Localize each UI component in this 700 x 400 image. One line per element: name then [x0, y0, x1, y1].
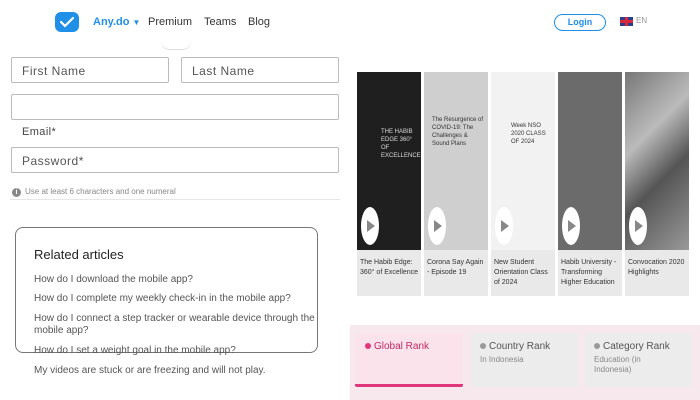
play-icon[interactable]: [361, 207, 379, 245]
related-articles-title: Related articles: [34, 247, 124, 262]
tab-category-rank[interactable]: Category Rank Education (in Indonesia): [585, 333, 692, 387]
thumbnail-text: THE HABIB EDGE 360° OF EXCELLENCE: [381, 129, 421, 159]
divider: [10, 199, 340, 200]
email-field[interactable]: [11, 94, 339, 120]
video-title[interactable]: The Habib Edge: 360° of Excellence: [360, 258, 420, 278]
language-label[interactable]: EN: [636, 16, 647, 25]
video-card[interactable]: Week NSO 2020 CLASS OF 2024 New Student …: [491, 72, 555, 296]
nav-link-blog[interactable]: Blog: [248, 16, 270, 28]
video-card[interactable]: Habib University - Transforming Higher E…: [558, 72, 622, 296]
video-carousel: THE HABIB EDGE 360° OF EXCELLENCE The Ha…: [357, 72, 690, 296]
thumbnail-text: The Resurgence of COVID-19: The Challeng…: [432, 117, 484, 147]
video-title[interactable]: Habib University - Transforming Higher E…: [561, 258, 621, 288]
avatar-outline: [160, 40, 192, 50]
chevron-down-icon: ▼: [132, 18, 141, 27]
article-link[interactable]: How do I complete my weekly check-in in …: [34, 293, 324, 305]
password-hint: i Use at least 6 characters and one numer…: [12, 187, 176, 197]
article-link[interactable]: How do I set a weight goal in the mobile…: [34, 345, 324, 357]
video-title[interactable]: Convocation 2020 Highlights: [628, 258, 688, 278]
play-icon[interactable]: [629, 207, 647, 245]
video-title[interactable]: New Student Orientation Class of 2024: [494, 258, 554, 288]
email-label: Email*: [22, 126, 57, 138]
info-icon: i: [12, 188, 21, 197]
video-card[interactable]: Convocation 2020 Highlights: [625, 72, 689, 296]
password-hint-text: Use at least 6 characters and one numera…: [25, 187, 176, 196]
tab-global-rank[interactable]: Global Rank: [355, 333, 463, 387]
tab-country-rank[interactable]: Country Rank In Indonesia: [471, 333, 578, 387]
play-icon[interactable]: [428, 207, 446, 245]
video-title[interactable]: Corona Say Again - Episode 19: [427, 258, 487, 278]
thumbnail-text: Week NSO 2020 CLASS OF 2024: [511, 123, 546, 145]
rank-title: Category Rank: [594, 341, 670, 352]
article-link[interactable]: My videos are stuck or are freezing and …: [34, 365, 324, 377]
rank-subtitle: In Indonesia: [480, 355, 524, 364]
category-icon: [594, 343, 600, 349]
flag-icon: [480, 343, 486, 349]
nav-link-teams[interactable]: Teams: [204, 16, 236, 28]
nav-link-premium[interactable]: Premium: [148, 16, 192, 28]
brand-menu[interactable]: Any.do ▼: [93, 16, 140, 28]
anydo-logo-icon[interactable]: [55, 12, 79, 32]
rank-subtitle: Education (in Indonesia): [594, 355, 641, 374]
top-navigation-bar: Any.do ▼ Premium Teams Blog Login EN: [0, 0, 700, 46]
play-icon[interactable]: [495, 207, 513, 245]
video-card[interactable]: The Resurgence of COVID-19: The Challeng…: [424, 72, 488, 296]
page: Any.do ▼ Premium Teams Blog Login EN Firs…: [0, 0, 700, 400]
video-card[interactable]: THE HABIB EDGE 360° OF EXCELLENCE The Ha…: [357, 72, 421, 296]
login-button[interactable]: Login: [554, 14, 606, 31]
first-name-field[interactable]: First Name: [11, 57, 169, 83]
article-link[interactable]: How do I connect a step tracker or weara…: [34, 313, 324, 337]
uk-flag-icon[interactable]: [620, 17, 633, 26]
rank-title: Country Rank: [480, 341, 550, 352]
article-link[interactable]: How do I download the mobile app?: [34, 274, 324, 286]
rank-title: Global Rank: [365, 341, 429, 352]
password-field[interactable]: Password*: [11, 147, 339, 173]
last-name-field[interactable]: Last Name: [181, 57, 339, 83]
brand-label: Any.do: [93, 16, 130, 28]
play-icon[interactable]: [562, 207, 580, 245]
globe-icon: [365, 343, 371, 349]
